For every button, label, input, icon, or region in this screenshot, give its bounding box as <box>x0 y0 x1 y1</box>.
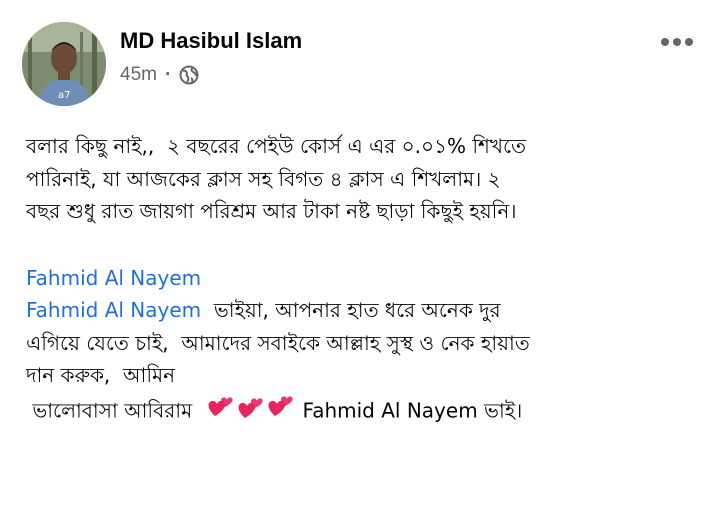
profile-avatar[interactable]: a7 <box>22 22 106 106</box>
post-body: বলার কিছু নাই,, ২ বছরের পেইউ কোর্স এ এর … <box>26 130 686 431</box>
meta-separator: · <box>164 64 172 85</box>
mention-link[interactable]: Fahmid Al Nayem <box>26 298 201 322</box>
post-header: a7 MD Hasibul Islam 45m · <box>22 22 702 106</box>
post-paragraph-1: বলার কিছু নাই,, ২ বছরের পেইউ কোর্স এ এর … <box>26 134 527 223</box>
globe-icon[interactable] <box>179 65 199 85</box>
mention-line-2: Fahmid Al Nayem ভাইয়া, আপনার হাত ধরে অন… <box>26 294 686 327</box>
post-timestamp[interactable]: 45m <box>120 64 157 86</box>
post-text-segment: ভাইয়া, আপনার হাত ধরে অনেক দুর <box>201 298 501 322</box>
post-text-segment: ভাই। <box>477 397 523 422</box>
more-options-icon[interactable] <box>660 28 694 48</box>
mention-line-1: Fahmid Al Nayem <box>26 262 686 295</box>
mention-link[interactable]: Fahmid Al Nayem <box>26 266 201 290</box>
post-meta: 45m · <box>120 64 199 86</box>
post-author-name[interactable]: MD Hasibul Islam <box>120 28 302 54</box>
mention-text[interactable]: Fahmid Al Nayem <box>303 398 478 422</box>
avatar-photo: a7 <box>22 22 106 106</box>
two-hearts-emoji <box>205 392 297 432</box>
post-paragraph-2: এগিয়ে যেতে চাই, আমাদের সবাইকে আল্লাহ সু… <box>26 330 530 388</box>
post-text-segment: ভালোবাসা আবিরাম <box>26 397 199 422</box>
svg-text:a7: a7 <box>58 90 71 101</box>
post-last-line: ভালোবাসা আবিরাম Fahmid Al Nayem ভাই। <box>26 392 686 432</box>
